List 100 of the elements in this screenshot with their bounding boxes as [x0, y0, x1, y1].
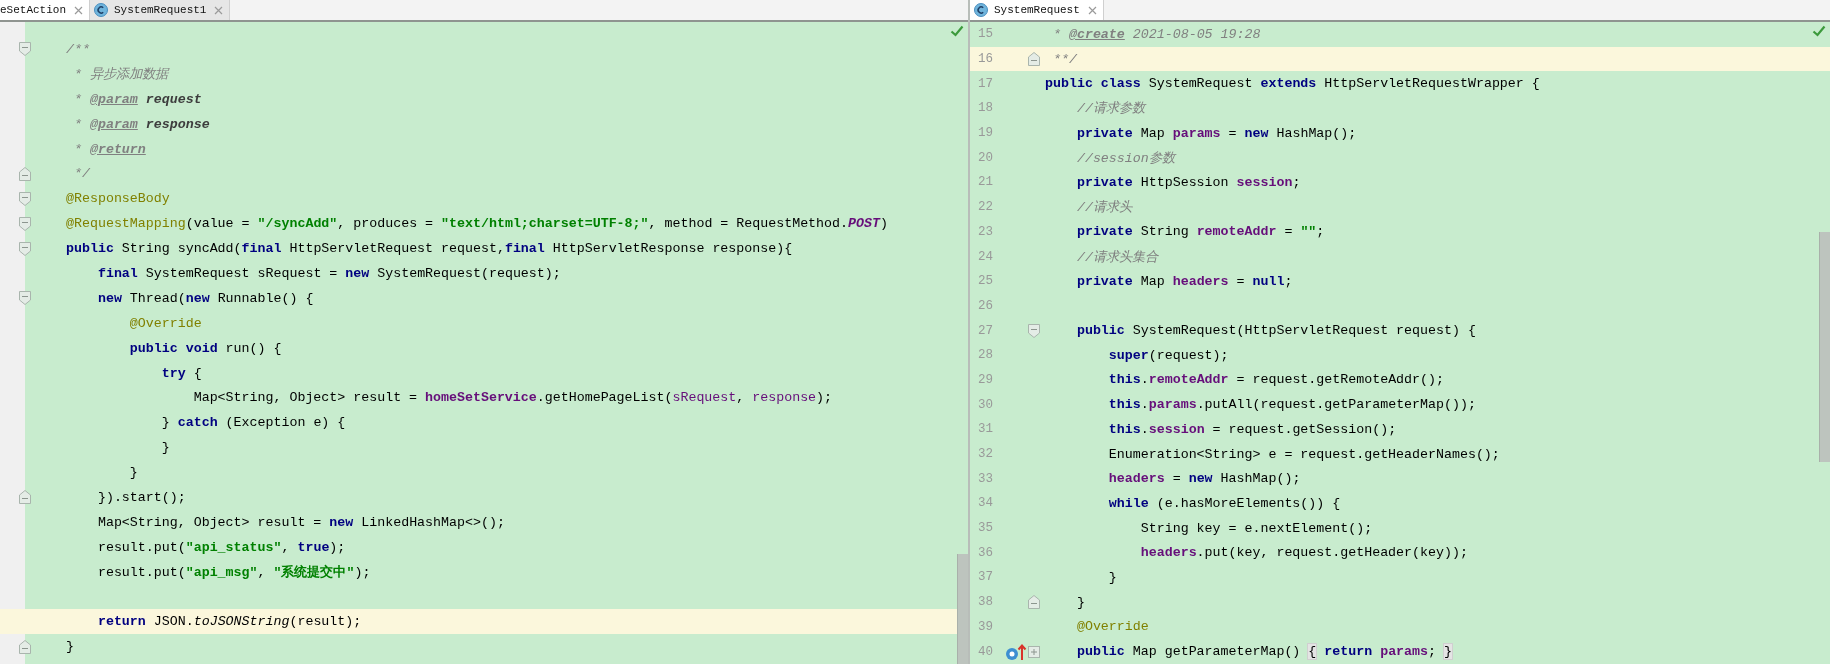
editor-tab[interactable]: SystemRequest1 [90, 0, 231, 20]
line-number: 21 [977, 175, 994, 190]
close-icon[interactable] [74, 5, 83, 15]
code-line: private Map params = new HashMap(); [1075, 125, 1357, 141]
code-line: * 异步添加数据 [72, 66, 168, 84]
fold-icon[interactable] [1028, 323, 1040, 338]
line-number: 31 [977, 422, 994, 437]
code-line: Map<String, Object> result = homeSetService.getHomePageList(sRequest, response); [192, 390, 833, 406]
fold-icon[interactable] [19, 191, 31, 206]
code-line: } [1075, 594, 1085, 610]
editor-tab[interactable]: SystemRequest [970, 0, 1104, 20]
line-number: 23 [977, 224, 994, 239]
code-line: public String syncAdd(final HttpServletRequest request,final HttpServletResponse response){ [66, 241, 793, 257]
fold-icon[interactable] [19, 216, 31, 231]
line-number: 38 [977, 595, 994, 610]
line-number: 16 [977, 52, 994, 67]
line-number: 36 [977, 545, 994, 560]
code-line: * @return [72, 141, 146, 157]
code-line: this.remoteAddr = request.getRemoteAddr(); [1107, 372, 1444, 388]
code-line: Map<String, Object> result = new LinkedHashMap<>(); [96, 514, 505, 530]
code-line: //请求头集合 [1075, 248, 1158, 266]
expand-icon[interactable] [1028, 645, 1040, 658]
code-line: public class SystemRequest extends HttpServletRequestWrapper { [1045, 76, 1540, 92]
code-line: super(request); [1107, 347, 1229, 363]
code-line: headers.put(key, request.getHeader(key)); [1139, 545, 1468, 561]
line-number: 39 [977, 619, 994, 634]
code-line: //session参数 [1075, 149, 1175, 167]
code-line: @RequestMapping(value = "/syncAdd", produces = "text/html;charset=UTF-8;", method = RequestMethod.POST) [66, 216, 888, 232]
code-line: */ [72, 166, 90, 182]
close-icon[interactable] [1087, 5, 1097, 15]
line-number: 32 [977, 447, 994, 462]
code-line: public Map getParameterMap() { return params; } [1075, 644, 1452, 660]
code-line: final SystemRequest sRequest = new SystemRequest(request); [96, 265, 561, 281]
code-line: } [1107, 569, 1117, 585]
code-line: } catch (Exception e) { [160, 415, 346, 431]
check-icon [1812, 25, 1826, 37]
code-line: this.session = request.getSession(); [1107, 421, 1397, 437]
line-number: 27 [977, 323, 994, 338]
code-line: //请求头 [1075, 199, 1132, 217]
line-number: 22 [977, 200, 994, 215]
fold-icon[interactable] [19, 241, 31, 256]
editor-tab[interactable]: eSetAction [0, 0, 90, 20]
close-icon[interactable] [214, 5, 224, 15]
fold-icon[interactable] [1028, 595, 1040, 610]
code-line: * @param response [72, 116, 210, 132]
line-number: 24 [977, 249, 994, 264]
code-line: /** [66, 41, 90, 57]
class-icon [94, 3, 108, 17]
fold-icon[interactable] [19, 166, 31, 181]
line-number: 40 [977, 644, 994, 659]
fold-icon[interactable] [19, 639, 31, 654]
line-number: 28 [977, 348, 994, 363]
code-line: }).start(); [96, 489, 186, 505]
code-line: @Override [1075, 619, 1149, 635]
fold-icon[interactable] [1028, 52, 1040, 67]
code-line: } [128, 465, 138, 481]
scrollbar-thumb[interactable] [1819, 232, 1830, 462]
code-line: result.put("api_msg", "系统提交中"); [96, 563, 371, 582]
line-number: 25 [977, 274, 994, 289]
code-line: result.put("api_status", true); [96, 539, 346, 555]
line-number: 26 [977, 298, 994, 313]
code-line: //请求参数 [1075, 100, 1145, 118]
code-line: private Map headers = null; [1075, 273, 1293, 289]
line-number: 29 [977, 372, 994, 387]
line-number: 18 [977, 101, 994, 116]
line-number: 30 [977, 397, 994, 412]
code-line: private String remoteAddr = ""; [1075, 224, 1325, 240]
code-line: } [66, 639, 74, 655]
check-icon [950, 25, 964, 37]
code-line: **/ [1051, 51, 1077, 67]
code-line: public SystemRequest(HttpServletRequest request) { [1075, 323, 1476, 339]
fold-icon[interactable] [19, 42, 31, 57]
line-number: 33 [977, 471, 994, 486]
code-line: @Override [128, 315, 202, 331]
line-number: 34 [977, 496, 994, 511]
code-line: while (e.hasMoreElements()) { [1107, 495, 1341, 511]
code-line: * @param request [72, 91, 202, 107]
code-line: return JSON.toJSONString(result); [96, 614, 362, 630]
code-line: String key = e.nextElement(); [1139, 520, 1373, 536]
code-line: headers = new HashMap(); [1107, 471, 1301, 487]
line-number: 37 [977, 570, 994, 585]
fold-icon[interactable] [19, 291, 31, 306]
code-line: } [160, 440, 170, 456]
code-line: try { [160, 365, 202, 381]
code-line: * @create 2021-08-05 19:28 [1051, 26, 1261, 42]
code-line: @ResponseBody [66, 191, 170, 207]
code-line: Enumeration<String> e = request.getHeaderNames(); [1107, 446, 1500, 462]
line-number: 17 [977, 76, 994, 91]
class-icon [974, 3, 988, 17]
code-line: private HttpSession session; [1075, 174, 1301, 190]
fold-icon[interactable] [19, 490, 31, 505]
line-number: 35 [977, 521, 994, 536]
override-icon[interactable] [1005, 642, 1027, 661]
code-line: public void run() { [128, 340, 282, 356]
code-line: this.params.putAll(request.getParameterMap()); [1107, 397, 1476, 413]
line-number: 19 [977, 126, 994, 141]
code-line: new Thread(new Runnable() { [96, 290, 314, 306]
scrollbar-thumb[interactable] [957, 554, 968, 664]
line-number: 15 [977, 27, 994, 42]
line-number: 20 [977, 150, 994, 165]
